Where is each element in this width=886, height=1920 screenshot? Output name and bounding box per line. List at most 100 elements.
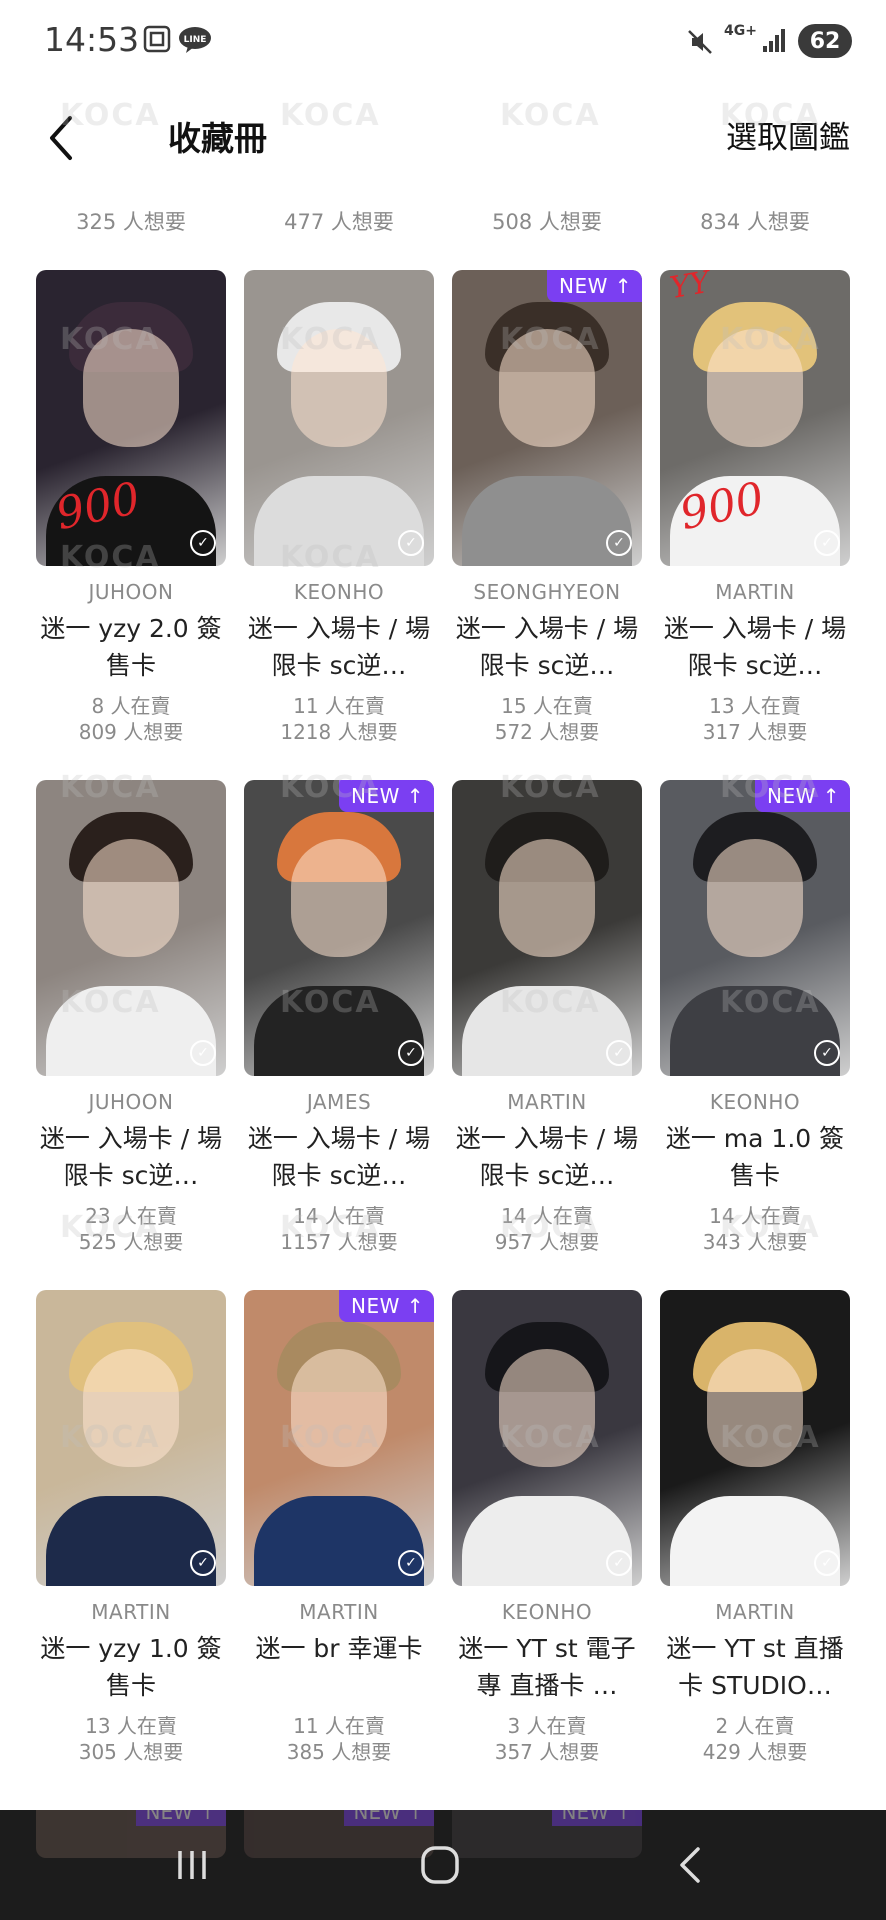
selling-count: 2 人在賣 <box>715 1714 795 1738</box>
card-name: 迷一 入場卡 / 場限卡 sc逆… <box>39 1124 223 1190</box>
collection-card[interactable]: 900 YY ✓ MARTIN 迷一 入場卡 / 場限卡 sc逆… 13 人在賣 317 人… <box>660 270 850 770</box>
back-button[interactable] <box>42 106 82 166</box>
photo-face-shape <box>291 329 387 448</box>
want-count: 305 人想要 <box>78 1740 184 1764</box>
want-count: 343 人想要 <box>702 1230 808 1254</box>
chevron-left-icon <box>50 116 72 160</box>
photo-face-shape <box>83 839 179 958</box>
partial-row: 325 人想要 477 人想要 508 人想要 834 人想要 <box>0 176 886 236</box>
card-name: 迷一 入場卡 / 場限卡 sc逆… <box>455 1124 639 1190</box>
photo-face-shape <box>707 1349 803 1468</box>
card-photo: 900 YY ✓ <box>660 270 850 566</box>
collection-card[interactable]: ✓ MARTIN 迷一 YT st 直播卡 STUDIO… 2 人在賣 429 人想要 <box>660 1290 850 1790</box>
page-title: 收藏冊 <box>168 119 267 158</box>
card-photo: NEW ↑ ✓ <box>452 270 642 566</box>
member-name: MARTIN <box>715 580 795 604</box>
collection-card[interactable]: ✓ MARTIN 迷一 入場卡 / 場限卡 sc逆… 14 人在賣 957 人想要 <box>452 780 642 1280</box>
photo-body-shape <box>462 476 632 566</box>
selling-count: 8 人在賣 <box>91 694 171 718</box>
photo-body-shape <box>46 986 216 1076</box>
owned-check-icon[interactable]: ✓ <box>606 1040 632 1066</box>
card-photo: NEW ↑ ✓ <box>244 780 434 1076</box>
selling-count: 11 人在賣 <box>293 694 385 718</box>
collection-card[interactable]: ✓ KEONHO 迷一 YT st 電子專 直播卡 … 3 人在賣 357 人想要 <box>452 1290 642 1790</box>
collection-card[interactable]: ✓ MARTIN 迷一 yzy 1.0 簽售卡 13 人在賣 305 人想要 <box>36 1290 226 1790</box>
member-name: KEONHO <box>709 1090 801 1114</box>
collection-card[interactable]: NEW ↑ ✓ JAMES 迷一 入場卡 / 場限卡 sc逆… 14 人在賣 1157 人… <box>244 780 434 1280</box>
owned-check-icon[interactable]: ✓ <box>814 530 840 556</box>
photo-body-shape <box>462 1496 632 1586</box>
card-name: 迷一 br 幸運卡 <box>255 1634 423 1663</box>
want-count: 834 人想要 <box>700 210 810 234</box>
owned-check-icon[interactable]: ✓ <box>190 1550 216 1576</box>
card-name: 迷一 YT st 直播卡 STUDIO… <box>666 1634 844 1700</box>
want-count: 508 人想要 <box>492 210 602 234</box>
owned-check-icon[interactable]: ✓ <box>190 1040 216 1066</box>
photo-face-shape <box>499 1349 595 1468</box>
collection-card[interactable]: NEW ↑ ✓ SEONGHYEON 迷一 入場卡 / 場限卡 sc逆… 15 人在賣 5… <box>452 270 642 770</box>
owned-check-icon[interactable]: ✓ <box>398 1040 424 1066</box>
card-name: 迷一 YT st 電子專 直播卡 … <box>458 1634 636 1700</box>
collection-card[interactable]: 900 ✓ JUHOON 迷一 yzy 2.0 簽售卡 8 人在賣 809 人想要 <box>36 270 226 770</box>
owned-check-icon[interactable]: ✓ <box>814 1040 840 1066</box>
card-name: 迷一 入場卡 / 場限卡 sc逆… <box>663 614 847 680</box>
card-name: 迷一 入場卡 / 場限卡 sc逆… <box>247 1124 431 1190</box>
card-name: 迷一 入場卡 / 場限卡 sc逆… <box>247 614 431 680</box>
photo-face-shape <box>499 839 595 958</box>
selling-count: 14 人在賣 <box>501 1204 593 1228</box>
handwritten-note: YY <box>667 270 713 307</box>
new-badge: NEW ↑ <box>551 1810 642 1826</box>
want-count: 572 人想要 <box>494 720 600 744</box>
member-name: JUHOON <box>88 1090 174 1114</box>
card-photo: NEW ↑ ✓ <box>244 1290 434 1586</box>
photo-face-shape <box>83 329 179 448</box>
card-photo: NEW ↑ ✓ <box>660 780 850 1076</box>
member-name: KEONHO <box>501 1600 593 1624</box>
owned-check-icon[interactable]: ✓ <box>398 1550 424 1576</box>
photo-face-shape <box>83 1349 179 1468</box>
photo-body-shape <box>670 1496 840 1586</box>
member-name: MARTIN <box>91 1600 171 1624</box>
card-photo: 900 ✓ <box>36 270 226 566</box>
card-name: 迷一 yzy 2.0 簽售卡 <box>40 614 222 680</box>
collection-card[interactable]: ✓ JUHOON 迷一 入場卡 / 場限卡 sc逆… 23 人在賣 525 人想要 <box>36 780 226 1280</box>
member-name: MARTIN <box>715 1600 795 1624</box>
owned-check-icon[interactable]: ✓ <box>190 530 216 556</box>
owned-check-icon[interactable]: ✓ <box>606 530 632 556</box>
select-collection-button[interactable]: 選取圖鑑 <box>726 112 850 157</box>
collection-card[interactable]: ✓ KEONHO 迷一 入場卡 / 場限卡 sc逆… 11 人在賣 1218 人想要 <box>244 270 434 770</box>
owned-check-icon[interactable]: ✓ <box>814 1550 840 1576</box>
photo-face-shape <box>707 839 803 958</box>
want-count: 325 人想要 <box>76 210 186 234</box>
system-nav-bar: NEW ↑ NEW ↑ NEW ↑ <box>0 1810 886 1920</box>
want-count: 957 人想要 <box>494 1230 600 1254</box>
member-name: MARTIN <box>299 1600 379 1624</box>
clock: 14:53 <box>44 20 140 59</box>
want-count: 809 人想要 <box>78 720 184 744</box>
app-header: 收藏冊 選取圖鑑 <box>0 98 886 176</box>
line-app-icon: LINE <box>178 26 212 58</box>
owned-check-icon[interactable]: ✓ <box>606 1550 632 1576</box>
mute-icon <box>686 28 714 60</box>
want-count: 385 人想要 <box>286 1740 392 1764</box>
collection-card[interactable]: NEW ↑ ✓ MARTIN 迷一 br 幸運卡 11 人在賣 385 人想要 <box>244 1290 434 1790</box>
owned-check-icon[interactable]: ✓ <box>398 530 424 556</box>
photo-face-shape <box>707 329 803 448</box>
collection-card[interactable]: NEW ↑ ✓ KEONHO 迷一 ma 1.0 簽售卡 14 人在賣 343 人想要 <box>660 780 850 1280</box>
home-button[interactable] <box>380 1810 500 1920</box>
recents-button[interactable] <box>132 1810 252 1920</box>
selling-count: 3 人在賣 <box>507 1714 587 1738</box>
member-name: MARTIN <box>507 1090 587 1114</box>
network-type: 4G+ <box>724 23 757 39</box>
card-name: 迷一 入場卡 / 場限卡 sc逆… <box>455 614 639 680</box>
member-name: SEONGHYEON <box>473 580 621 604</box>
want-count: 525 人想要 <box>78 1230 184 1254</box>
new-badge: NEW ↑ <box>547 270 642 302</box>
selling-count: 15 人在賣 <box>501 694 593 718</box>
status-bar: 14:53 LINE 4G+ 62 <box>0 0 886 84</box>
selling-count: 14 人在賣 <box>709 1204 801 1228</box>
photo-face-shape <box>291 839 387 958</box>
battery-indicator: 62 <box>798 24 852 58</box>
system-back-button[interactable] <box>630 1810 750 1920</box>
card-name: 迷一 yzy 1.0 簽售卡 <box>40 1634 222 1700</box>
